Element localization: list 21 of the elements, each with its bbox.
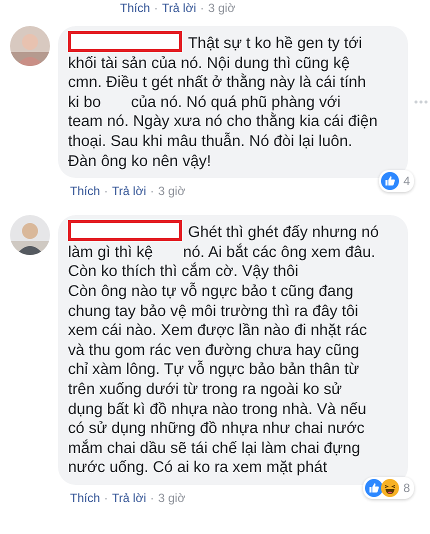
separator-dot: · — [104, 184, 108, 198]
separator-dot: · — [150, 184, 154, 198]
thumbs-up-icon — [381, 172, 400, 190]
thumbs-up-icon — [365, 478, 384, 497]
action-link[interactable]: Thích — [70, 490, 100, 505]
comment-time: 3 giờ — [158, 490, 186, 505]
separator-dot: · — [200, 1, 204, 15]
comment-text: Thật sự t ko hề gen ty tới khối tài sản của nó. Nội dung thì cũng kệ cmn. Điều t gét nhất ở thằng này là cái tính ki bo của nó. Nó quá phũ phàng với team nó. Ngày xưa nó cho thằng kia cái điện thoại. Sau khi mâu thuẫn. Nó đòi lại luôn. Đàn ông ko nên vậy! — [68, 31, 398, 172]
separator-dot: · — [104, 490, 108, 505]
action-link[interactable]: Thích — [70, 184, 100, 198]
separator-dot: · — [150, 490, 154, 505]
separator-dot: · — [154, 1, 158, 15]
comment-text: Ghét thì ghét đấy nhưng nó làm gì thì kệ nó. Ai bắt các ông xem đâu. Còn ko thích thì cắm cờ. Vậy thôi Còn ông nào tự vỗ ngực bảo t cũng đang chung tay bảo vệ môi trường thì ra đây tôi xem cái nào. Xem được lần nào đi nhặt rác và thu gom rác ven đường chưa hay cũng chỉ xàm lông. Tự vỗ ngực bảo bản thân từ trên xuống dưới từ trong ra ngoài ko sử dụng bất kì đồ nhựa nào trong nhà. Và nếu có sử dụng những đồ nhựa như chai nước mắm chai dầu sẽ tái chế lại làm chai đựng nước uống. Có ai ko ra xem mặt phát — [68, 220, 398, 478]
laughing-face-icon — [381, 478, 400, 497]
comment-time: 3 giờ — [208, 1, 236, 15]
action-link[interactable]: Thích — [120, 1, 150, 15]
more-options-icon[interactable] — [414, 100, 428, 104]
action-link[interactable]: Trả lời — [112, 184, 146, 198]
comment-time: 3 giờ — [158, 184, 186, 198]
action-link[interactable]: Trả lời — [162, 1, 196, 15]
action-link[interactable]: Trả lời — [112, 490, 146, 505]
